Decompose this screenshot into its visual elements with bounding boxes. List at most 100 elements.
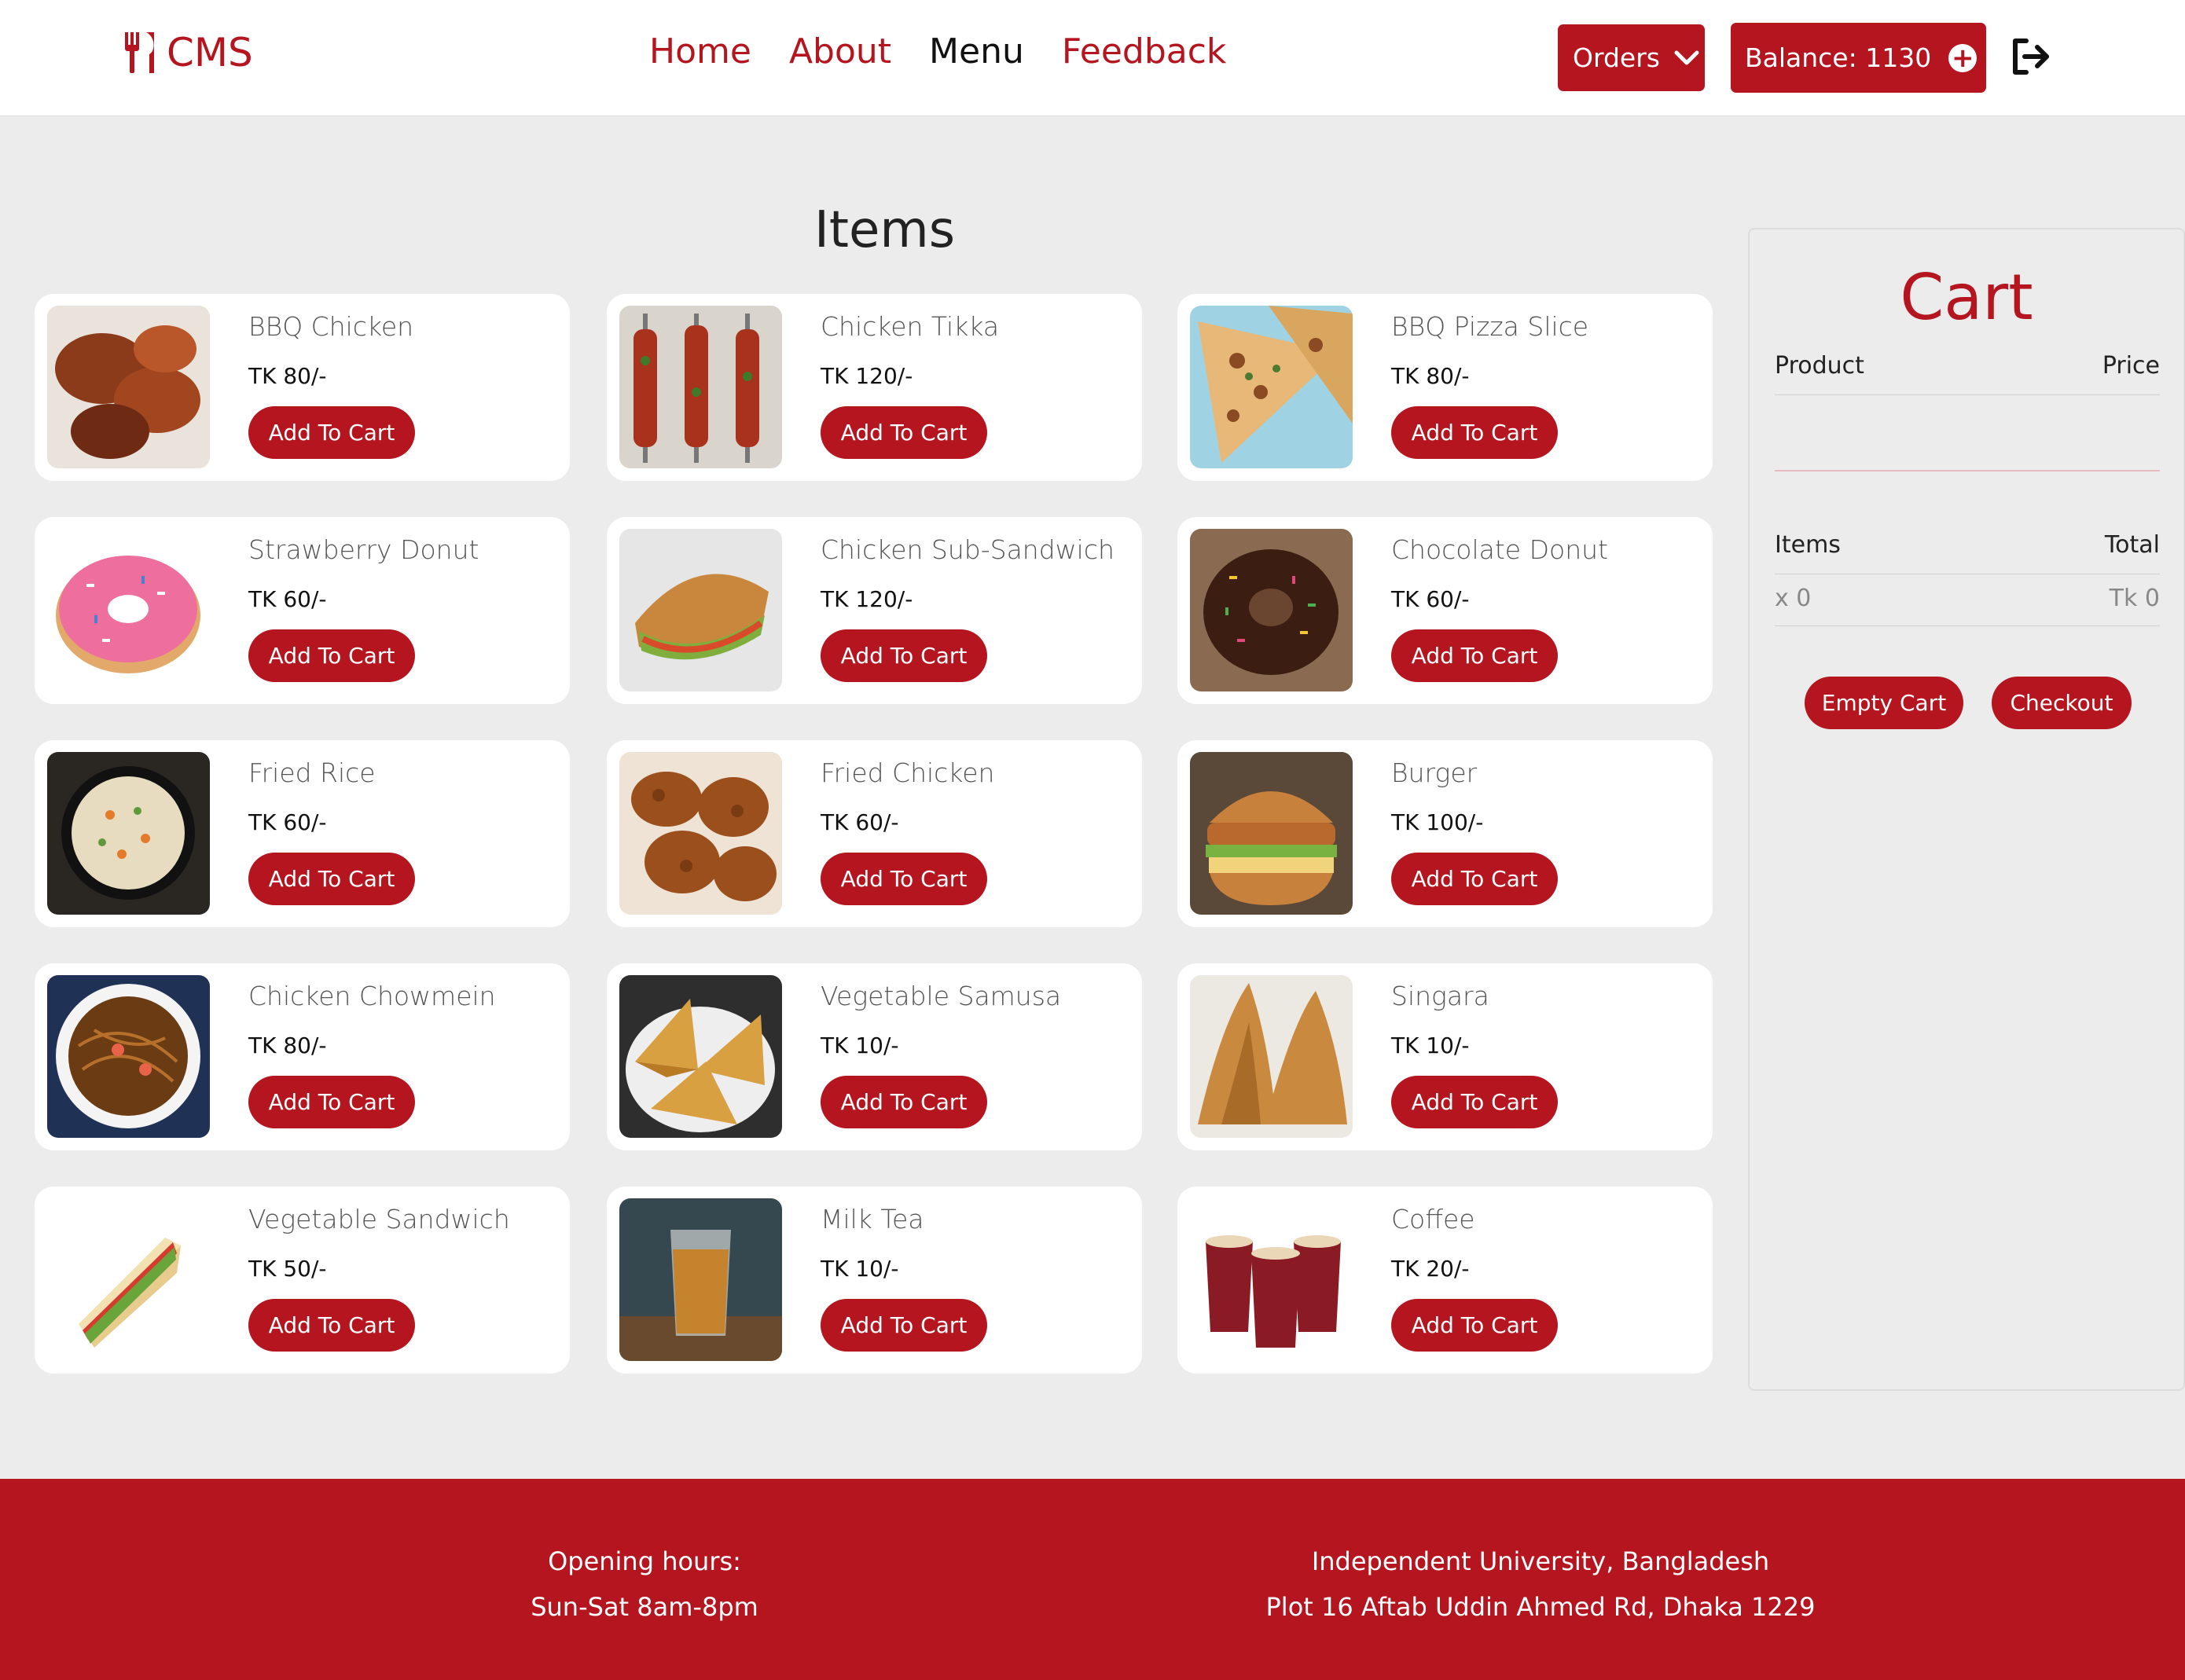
add-to-cart-button[interactable]: Add To Cart [1391, 1076, 1558, 1128]
menu-item-card: BBQ Pizza Slice TK 80/- Add To Cart [1177, 294, 1713, 481]
item-name: Chicken Sub-Sandwich [821, 534, 1115, 565]
add-to-cart-button[interactable]: Add To Cart [1391, 853, 1558, 905]
menu-item-card: Vegetable Samusa TK 10/- Add To Cart [607, 963, 1142, 1150]
add-to-cart-button[interactable]: Add To Cart [821, 629, 987, 682]
opening-hours: Opening hours: Sun-Sat 8am-8pm [487, 1539, 802, 1630]
item-name: Chocolate Donut [1391, 534, 1608, 565]
add-to-cart-button[interactable]: Add To Cart [248, 1299, 415, 1352]
cart-product-header: Product Price [1775, 352, 2160, 380]
add-to-cart-button[interactable]: Add To Cart [821, 1076, 987, 1128]
nav-home[interactable]: Home [649, 31, 751, 72]
cart-summary-values: x 0 Tk 0 [1775, 585, 2160, 612]
menu-item-card: Strawberry Donut TK 60/- Add To Cart [35, 517, 570, 704]
item-name: Milk Tea [821, 1204, 924, 1234]
add-to-cart-button[interactable]: Add To Cart [1391, 1299, 1558, 1352]
add-to-cart-button[interactable]: Add To Cart [821, 406, 987, 459]
brand-logo[interactable]: CMS [123, 30, 253, 75]
menu-item-card: Burger TK 100/- Add To Cart [1177, 740, 1713, 927]
item-price: TK 100/- [1391, 809, 1484, 835]
item-name: Coffee [1391, 1204, 1475, 1234]
food-image [47, 752, 210, 915]
divider [1775, 625, 2160, 626]
item-name: Singara [1391, 981, 1489, 1011]
food-image [1190, 306, 1353, 468]
address-line-2: Plot 16 Aftab Uddin Ahmed Rd, Dhaka 1229 [1265, 1592, 1816, 1622]
balance-button[interactable]: Balance: 1130 + [1731, 23, 1986, 93]
empty-cart-button[interactable]: Empty Cart [1805, 677, 1963, 729]
item-price: TK 80/- [248, 1033, 327, 1058]
orders-label: Orders [1573, 42, 1660, 73]
item-name: Vegetable Sandwich [248, 1204, 510, 1234]
item-price: TK 60/- [248, 809, 327, 835]
item-price: TK 80/- [1391, 363, 1470, 389]
items-header: Items [1775, 531, 1841, 559]
item-name: Vegetable Samusa [821, 981, 1062, 1011]
add-to-cart-button[interactable]: Add To Cart [1391, 629, 1558, 682]
menu-item-card: Vegetable Sandwich TK 50/- Add To Cart [35, 1187, 570, 1374]
add-to-cart-button[interactable]: Add To Cart [248, 629, 415, 682]
food-image [47, 975, 210, 1138]
food-image [619, 752, 782, 915]
nav-menu[interactable]: Menu [929, 31, 1024, 72]
item-price: TK 20/- [1391, 1256, 1470, 1282]
food-image [619, 975, 782, 1138]
menu-item-card: Milk Tea TK 10/- Add To Cart [607, 1187, 1142, 1374]
items-count: x 0 [1775, 585, 1812, 612]
menu-item-card: Singara TK 10/- Add To Cart [1177, 963, 1713, 1150]
add-to-cart-button[interactable]: Add To Cart [248, 1076, 415, 1128]
brand-name: CMS [167, 30, 253, 75]
total-header: Total [2104, 531, 2160, 559]
add-to-cart-button[interactable]: Add To Cart [1391, 406, 1558, 459]
menu-item-card: Chicken Chowmein TK 80/- Add To Cart [35, 963, 570, 1150]
nav-about[interactable]: About [789, 31, 891, 72]
food-image [619, 1198, 782, 1361]
footer: Opening hours: Sun-Sat 8am-8pm Independe… [0, 1479, 2185, 1680]
menu-item-card: Fried Chicken TK 60/- Add To Cart [607, 740, 1142, 927]
item-price: TK 120/- [821, 363, 913, 389]
food-image [47, 529, 210, 691]
item-price: TK 10/- [821, 1033, 899, 1058]
menu-item-card: Chocolate Donut TK 60/- Add To Cart [1177, 517, 1713, 704]
item-name: BBQ Pizza Slice [1391, 311, 1589, 342]
food-image [619, 306, 782, 468]
food-image [47, 306, 210, 468]
product-header: Product [1775, 352, 1864, 380]
item-price: TK 80/- [248, 363, 327, 389]
checkout-button[interactable]: Checkout [1992, 677, 2132, 729]
menu-item-card: BBQ Chicken TK 80/- Add To Cart [35, 294, 570, 481]
food-image [1190, 975, 1353, 1138]
food-image [1190, 752, 1353, 915]
address: Independent University, Bangladesh Plot … [1226, 1539, 1855, 1630]
chevron-down-icon [1674, 50, 1699, 64]
item-price: TK 10/- [1391, 1033, 1470, 1058]
item-price: TK 60/- [248, 586, 327, 612]
price-header: Price [2102, 352, 2160, 380]
item-price: TK 60/- [821, 809, 899, 835]
item-name: BBQ Chicken [248, 311, 414, 342]
plus-circle-icon[interactable]: + [1948, 43, 1978, 72]
add-to-cart-button[interactable]: Add To Cart [248, 406, 415, 459]
orders-dropdown-button[interactable]: Orders [1558, 24, 1705, 91]
cart-summary-header: Items Total [1775, 531, 2160, 559]
menu-item-card: Chicken Tikka TK 120/- Add To Cart [607, 294, 1142, 481]
balance-label: Balance: 1130 [1745, 42, 1932, 73]
item-name: Chicken Chowmein [248, 981, 496, 1011]
utensils-icon [125, 32, 154, 73]
item-name: Fried Rice [248, 757, 376, 788]
top-navbar: CMS Home About Menu Feedback Orders Bala… [0, 0, 2185, 116]
item-name: Strawberry Donut [248, 534, 479, 565]
item-price: TK 60/- [1391, 586, 1470, 612]
menu-item-card: Coffee TK 20/- Add To Cart [1177, 1187, 1713, 1374]
item-price: TK 120/- [821, 586, 913, 612]
add-to-cart-button[interactable]: Add To Cart [821, 1299, 987, 1352]
total-amount: Tk 0 [2109, 585, 2160, 612]
food-image [47, 1198, 210, 1361]
nav-feedback[interactable]: Feedback [1062, 31, 1227, 72]
item-price: TK 50/- [248, 1256, 327, 1282]
food-image [619, 529, 782, 691]
address-line-1: Independent University, Bangladesh [1311, 1546, 1770, 1576]
add-to-cart-button[interactable]: Add To Cart [248, 853, 415, 905]
item-price: TK 10/- [821, 1256, 899, 1282]
add-to-cart-button[interactable]: Add To Cart [821, 853, 987, 905]
logout-icon[interactable] [2009, 35, 2053, 79]
